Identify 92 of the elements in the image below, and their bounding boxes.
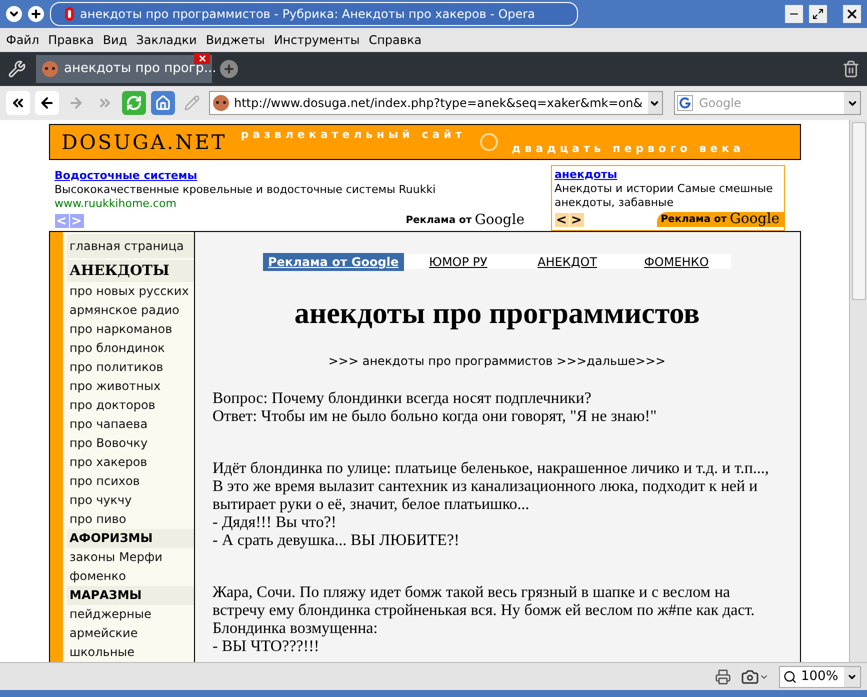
sidebar-link[interactable]: про докторов [66,396,194,415]
site-logo: DOSUGA.NET [62,129,227,156]
ads-by-google-link[interactable]: Реклама от Google [263,252,404,270]
maximize-icon [812,8,824,20]
sidebar-heading: АНЕКДОТЫ [66,260,194,282]
address-field[interactable]: http://www.dosuga.net/index.php?type=anek&seq=xaker&mk=on& [209,91,663,115]
menu-item[interactable]: Справка [368,31,422,49]
home-button[interactable] [151,91,175,115]
menu-item[interactable]: Инструменты [274,31,360,49]
trash-icon [842,60,860,78]
menu-item[interactable]: Закладки [136,31,197,49]
window-title: анекдоты про программистов - Рубрика: Анекдоты про хакеров - Opera [50,2,578,26]
tab-close-button[interactable] [194,53,210,64]
sidebar-link[interactable]: про чапаева [66,415,194,434]
nav-link[interactable]: АНЕКДОТ [512,252,622,270]
pencil-icon [184,95,200,111]
home-icon [155,95,171,111]
scrollbar-thumb[interactable] [852,122,866,300]
sidebar-link[interactable]: фоменко [66,567,194,586]
back-button[interactable] [35,91,59,115]
close-icon [845,7,859,21]
new-window-button[interactable] [28,6,44,22]
wrench-icon [8,60,26,78]
minimize-button[interactable] [785,5,803,23]
window-menu-button[interactable] [6,6,22,22]
menu-item[interactable]: Правка [48,31,94,49]
joke-text: Вопрос: Почему блондинки всегда носят подплечники? [212,390,592,408]
zoom-field[interactable]: 100% [779,666,861,688]
joke-text: - ВЫ ЧТО???!!! [212,638,320,656]
menu-item[interactable]: Файл [6,31,40,49]
ad-url: www.ruukkihome.com [54,197,178,211]
new-tab-button[interactable] [220,60,238,78]
search-dropdown-button[interactable] [844,92,860,114]
plus-icon [30,8,42,20]
breadcrumb-text: >>> анекдоты про программистов >>>дальше>>> [328,353,666,370]
ad-next-button[interactable]: > [570,213,584,227]
ads-by-google-label[interactable]: Реклама от Google [656,212,784,227]
sidebar-link[interactable]: законы Мерфи [66,548,194,567]
menu-item[interactable]: Вид [102,31,128,49]
ad-title-link[interactable]: Водосточные системы [54,169,198,183]
joke-text: - Дядя!!! Вы что?! [212,514,338,532]
sidebar-link[interactable]: про Вовочку [66,434,194,453]
zoom-icon [783,670,797,684]
nav-link[interactable]: ЮМОР РУ [404,252,513,270]
favicon-icon [42,61,58,77]
address-dropdown-button[interactable] [648,92,662,114]
sidebar-link[interactable]: пейджерные [66,605,194,624]
sidebar-link[interactable]: про хакеров [66,453,194,472]
sidebar-link[interactable]: про чукчу [66,491,194,510]
menu-item[interactable]: Виджеты [206,31,265,49]
ad-text: Высококачественные кровельные и водосточные системы Ruukki [54,183,437,197]
maximize-button[interactable] [809,5,827,23]
site-tagline: развлекательный сайт [240,127,466,143]
joke-text: Ответ: Чтобы им не было больно когда они говорят, "Я не знаю!" [212,408,658,426]
sidebar-heading: АФОРИЗМЫ [66,529,194,548]
ad-prev-button[interactable]: < [554,213,568,227]
reload-icon [126,95,142,111]
camera-icon[interactable] [741,668,769,686]
clock-icon [480,133,498,151]
ad-title-link[interactable]: анекдоты [554,168,618,182]
sidebar-link[interactable]: школьные [66,643,194,662]
site-tagline: двадцать первого века [512,140,745,156]
close-icon [198,54,206,63]
forward-icon [68,95,84,111]
plus-icon [223,63,235,75]
sidebar-link[interactable]: про наркоманов [66,320,194,339]
opera-logo-icon [65,7,74,21]
close-button[interactable] [843,5,861,23]
sidebar-link[interactable]: армянское радио [66,301,194,320]
sidebar-link[interactable]: главная страница [66,234,194,258]
sidebar-link[interactable]: армейские [66,624,194,643]
sidebar-link[interactable]: про животных [66,377,194,396]
page-heading: анекдоты про программистов [294,296,700,332]
zoom-dropdown-button[interactable] [844,666,860,686]
sidebar-link[interactable]: про психов [66,472,194,491]
sidebar-link[interactable]: про политиков [66,358,194,377]
printer-icon[interactable] [715,668,731,684]
google-icon [677,95,693,111]
joke-text: Идёт блондинка по улице: платьице беленькое, накрашенное личико и т.д. и т.п..., В это же время вылазит сантехник из канализационного люка, подходит к ней и вытирает руки о её, значит, белое платьишко... [212,460,770,514]
ad-text: Анекдоты и истории Самые смешные анекдоты, забавные [554,182,774,210]
ads-by-google-label[interactable]: Реклама от Google [406,213,524,228]
sidebar-heading: МАРАЗМЫ [66,586,194,605]
joke-text: - А срать девушка... ВЫ ЛЮБИТЕ?! [212,532,460,550]
sidebar-link[interactable]: про пиво [66,510,194,529]
favicon-icon [213,95,229,111]
sidebar-link[interactable]: про новых русских [66,282,194,301]
sidebar-link[interactable]: про блондинок [66,339,194,358]
reload-button[interactable] [122,91,146,115]
rewind-button[interactable] [6,91,30,115]
back-icon [39,95,55,111]
nav-link[interactable]: ФОМЕНКО [622,252,731,270]
joke-text: Жара, Сочи. По пляжу идет бомж такой весь грязный в шапке и с веслом на встречу ему блондинка стройненькая вся. Ну бомж ей веслом по ж#пе как даст. Блондинка возмущенна: [212,584,756,638]
